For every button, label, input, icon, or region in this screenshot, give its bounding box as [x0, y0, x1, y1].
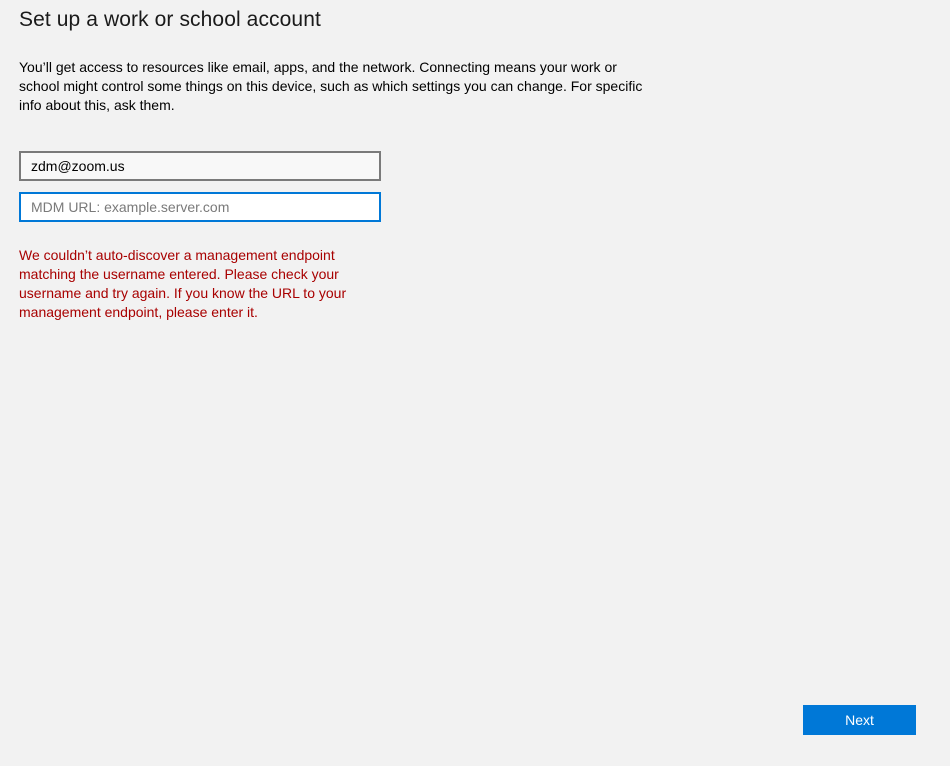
page-description: You’ll get access to resources like emai…: [19, 58, 649, 115]
error-message: We couldn’t auto-discover a management e…: [19, 246, 364, 322]
page-title: Set up a work or school account: [19, 8, 321, 32]
mdm-url-input[interactable]: [19, 192, 381, 222]
next-button[interactable]: Next: [803, 705, 916, 735]
email-input[interactable]: [19, 151, 381, 181]
